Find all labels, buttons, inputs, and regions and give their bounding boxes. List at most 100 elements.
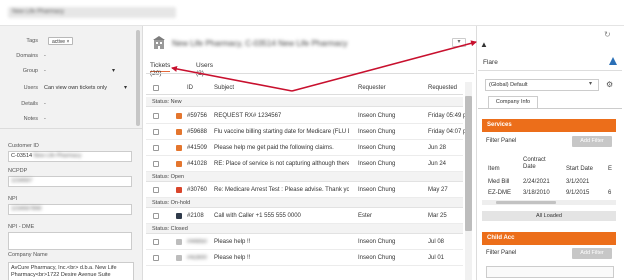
table-row[interactable]: #59756 REQUEST RX# 1234567 Inseon Chung Fri… <box>146 108 466 124</box>
child-accounts-header[interactable]: Child Acc <box>482 232 616 245</box>
ticket-subject[interactable]: Call with Caller +1 555 555 0000 <box>214 208 349 224</box>
table-row[interactable]: #42800 Please help !! Inseon Chung Jul 01 <box>146 250 463 266</box>
organization-panel: Tags active × Domains - Group - ▾ Users … <box>0 26 143 280</box>
npi-field[interactable]: 1234567890 <box>8 204 132 215</box>
ncpdp-label: NCPDP <box>8 168 28 174</box>
service-end-date: 6 <box>608 190 612 196</box>
tab-company-info[interactable]: Company Info <box>488 96 538 108</box>
ticket-requester: Ester <box>358 213 373 219</box>
ticket-subject[interactable]: Please help me get paid the following cl… <box>214 140 349 156</box>
ticket-subject[interactable]: Flu vaccine billing starting date for Me… <box>214 124 349 140</box>
ticket-subject[interactable]: REQUEST RX# 1234567 <box>214 108 349 124</box>
customer-id-value: C-03514 <box>11 153 33 159</box>
group-row[interactable]: Group - ▾ <box>4 66 132 77</box>
row-checkbox[interactable] <box>153 129 159 135</box>
tags-row: Tags active × <box>4 36 132 47</box>
ticket-subject[interactable]: RE: Place of service is not capturing al… <box>214 156 349 172</box>
add-filter-button[interactable]: Add Filter <box>572 136 612 147</box>
table-row[interactable]: #41028 RE: Place of service is not captur… <box>146 156 463 172</box>
group-status-onhold: Status: On-hold <box>146 198 463 208</box>
tab-tickets[interactable]: Tickets (20) <box>150 62 171 77</box>
row-checkbox[interactable] <box>153 255 159 261</box>
ticket-subject[interactable]: Please help !! <box>214 250 349 266</box>
ticket-id: #2108 <box>187 213 204 219</box>
organization-title: New Life Pharmacy, C-03514 New Life Phar… <box>172 39 348 48</box>
services-row[interactable]: EZ-DME 3/18/2010 9/1/2015 6 <box>486 188 614 199</box>
row-checkbox[interactable] <box>153 145 159 151</box>
chevron-down-icon[interactable]: ▾ <box>124 83 127 94</box>
npi-label: NPI <box>8 196 18 202</box>
ncpdp-field[interactable]: 1234567 <box>8 176 132 187</box>
tag-active-chip[interactable]: active × <box>48 37 74 45</box>
table-row[interactable]: #59688 Flu vaccine billing starting date … <box>146 124 466 140</box>
child-add-filter-button[interactable]: Add Filter <box>572 248 612 259</box>
breadcrumb-tab[interactable]: New Life Pharmacy <box>8 7 176 18</box>
row-checkbox[interactable] <box>153 239 159 245</box>
gear-icon[interactable]: ⚙ <box>606 80 613 89</box>
priority-icon <box>176 255 182 261</box>
row-checkbox[interactable] <box>153 187 159 193</box>
scope-select[interactable]: (Global) Default <box>485 79 599 91</box>
notes-value: - <box>44 116 46 122</box>
ticket-id: #42800 <box>187 255 208 261</box>
service-start-date: 9/1/2015 <box>566 190 590 196</box>
ticket-requester: Inseon Chung <box>358 239 396 245</box>
ticket-requester: Inseon Chung <box>358 145 396 151</box>
company-name-field[interactable]: AvCure Pharmacy, Inc.<br> d.b.a. New Lif… <box>8 262 134 280</box>
row-checkbox[interactable] <box>153 213 159 219</box>
child-filter-field[interactable] <box>486 266 614 278</box>
ticket-requested-date: Friday 04:07 p <box>428 129 467 135</box>
tickets-scrollbar-thumb[interactable] <box>465 96 472 231</box>
table-row[interactable]: #2108 Call with Caller +1 555 555 0000 Est… <box>146 208 463 224</box>
tabs-divider <box>146 73 474 74</box>
tab-users[interactable]: Users (2) <box>196 62 213 77</box>
left-scrollbar[interactable] <box>136 30 140 126</box>
services-header[interactable]: Services <box>482 119 616 132</box>
service-item: Med Bill <box>488 179 510 185</box>
ticket-subject[interactable]: Please help !! <box>214 234 349 250</box>
group-status-new: Status: New <box>146 97 463 107</box>
all-loaded-footer: All Loaded <box>482 211 616 221</box>
domains-value: - <box>44 53 46 59</box>
column-requester[interactable]: Requester <box>358 82 386 94</box>
domains-row[interactable]: Domains - <box>4 51 132 62</box>
ncpdp-value: 1234567 <box>11 178 33 184</box>
users-row[interactable]: Users Can view own tickets only ▾ <box>4 83 132 94</box>
services-row[interactable]: Med Bill 2/24/2021 3/1/2021 <box>486 177 614 188</box>
npi-dme-field[interactable] <box>8 232 132 250</box>
row-checkbox[interactable] <box>153 161 159 167</box>
column-id[interactable]: ID <box>187 82 193 94</box>
column-requested[interactable]: Requested <box>428 82 457 94</box>
row-checkbox[interactable] <box>153 113 159 119</box>
column-subject[interactable]: Subject <box>214 82 234 94</box>
table-row[interactable]: #44850 Please help !! Inseon Chung Jul 08 <box>146 234 463 250</box>
customer-id-field[interactable]: C-03514 New Life Pharmacy <box>8 151 132 162</box>
customer-id-label: Customer ID <box>8 143 39 149</box>
flare-logo-icon <box>609 57 617 65</box>
tabs-divider <box>478 108 622 109</box>
services-scrollbar-thumb[interactable] <box>496 201 556 204</box>
table-row[interactable]: #41509 Please help me get paid the follow… <box>146 140 463 156</box>
services-table-header: Item Contract Date Start Date E <box>486 154 614 176</box>
select-all-checkbox[interactable] <box>153 85 159 91</box>
notes-row[interactable]: Notes - <box>4 114 132 125</box>
ticket-requested-date: Friday 05:49 p <box>428 113 467 119</box>
priority-icon <box>176 145 182 151</box>
ticket-subject[interactable]: Re: Medicare Arrest Test : Please advise… <box>214 182 349 198</box>
organization-options-button[interactable]: ▾ <box>452 38 466 47</box>
chevron-down-icon[interactable]: ▾ <box>589 80 592 87</box>
tickets-table-header: ID Subject Requester Requested <box>146 82 463 95</box>
tags-label: Tags <box>26 38 38 44</box>
ticket-requested-date: Mar 25 <box>428 213 447 219</box>
ticket-requested-date: Jul 08 <box>428 239 445 245</box>
table-row[interactable]: #30760 Re: Medicare Arrest Test : Please … <box>146 182 463 198</box>
refresh-icon[interactable]: ↻ <box>604 30 611 39</box>
collapse-caret-icon[interactable]: ▲ <box>480 40 488 49</box>
priority-icon <box>176 129 182 135</box>
ticket-id: #41509 <box>187 145 208 151</box>
details-row[interactable]: Details - <box>4 99 132 110</box>
company-name-label: Company Name <box>8 252 48 258</box>
flare-title: Flare <box>483 59 498 66</box>
group-label: Group <box>22 68 38 74</box>
chevron-down-icon[interactable]: ▾ <box>112 66 115 77</box>
